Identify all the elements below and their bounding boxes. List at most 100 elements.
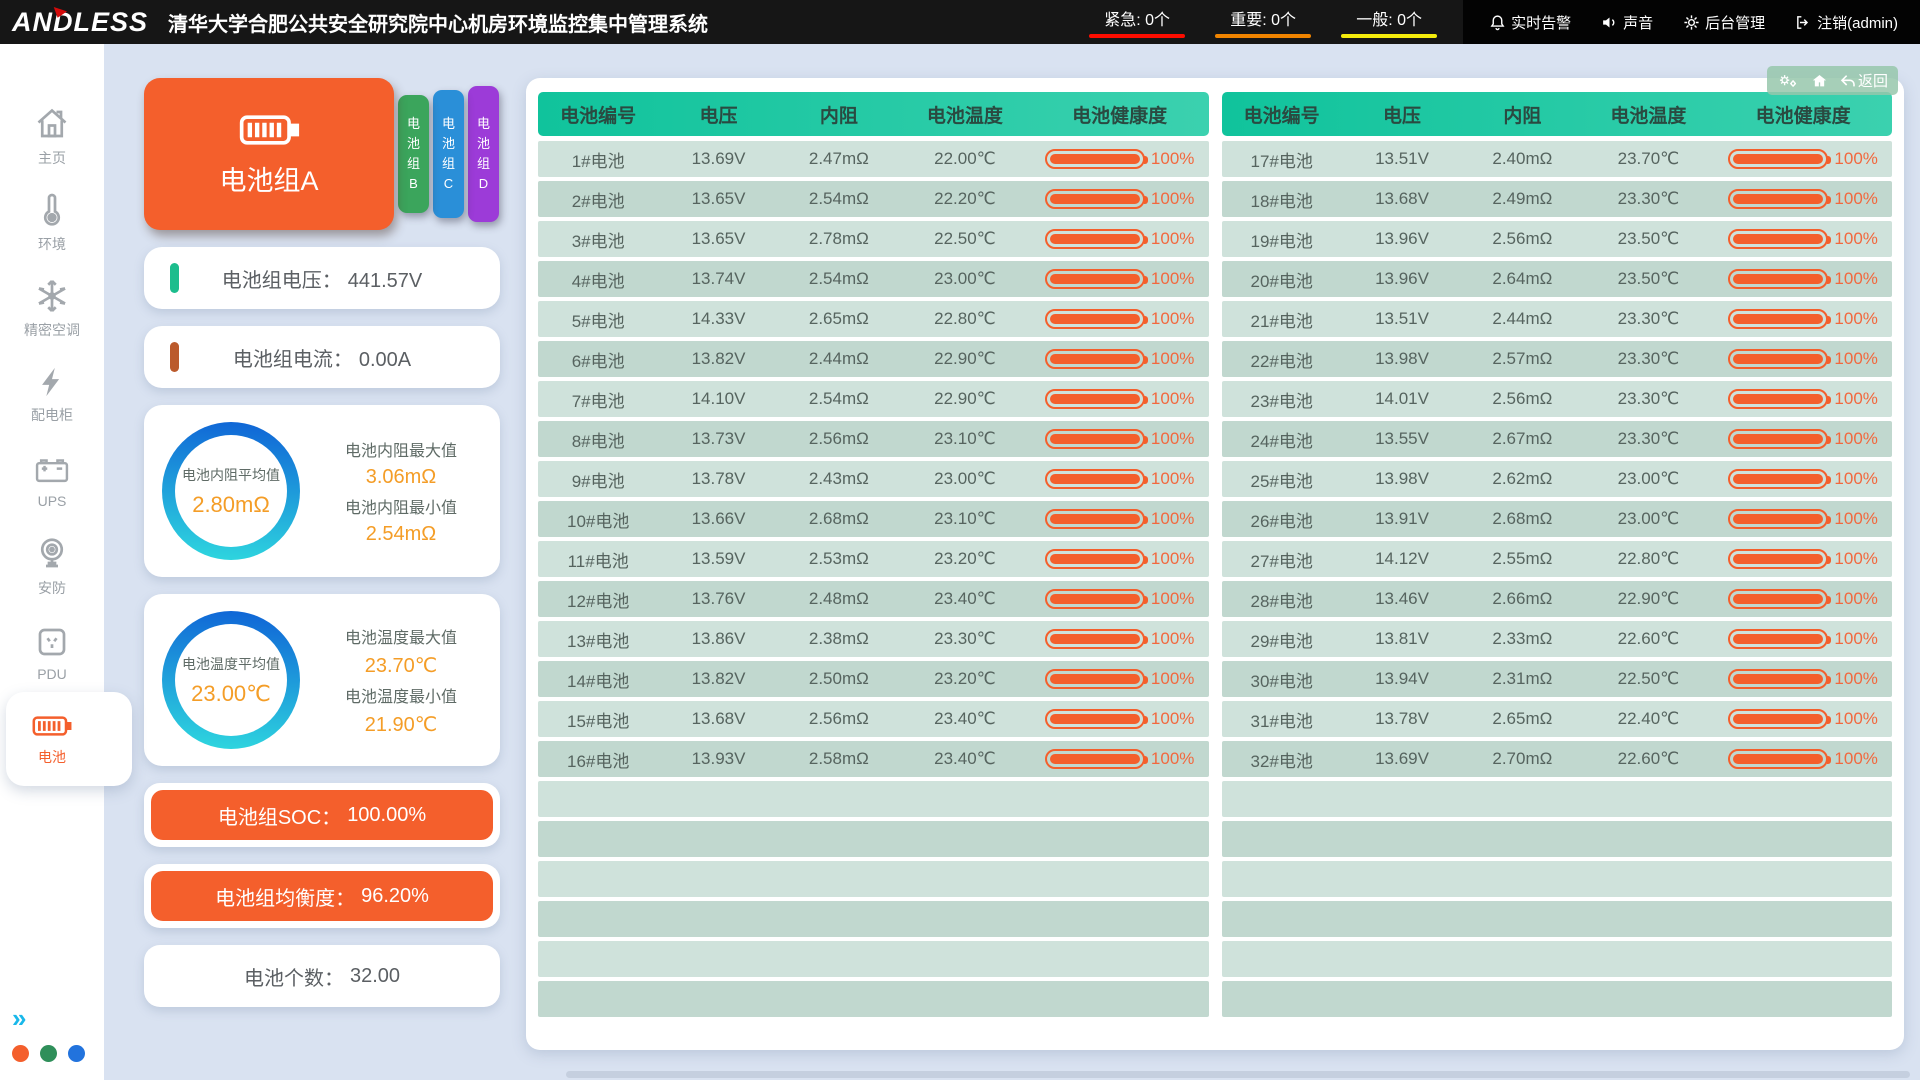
battery-voltage: 14.10V: [658, 389, 778, 409]
group-current-card: 电池组电流：0.00A: [144, 326, 500, 388]
battery-group-c-tab[interactable]: 电池组C: [433, 90, 464, 218]
table-body-left: 1#电池13.69V2.47mΩ22.00℃100%2#电池13.65V2.54…: [538, 141, 1209, 1021]
battery-resistance: 2.49mΩ: [1462, 189, 1582, 209]
soc-value: 100.00%: [347, 804, 426, 827]
battery-id: 31#电池: [1222, 707, 1342, 732]
battery-temperature: 23.20℃: [899, 669, 1031, 689]
balance-button[interactable]: 电池组均衡度：96.20%: [151, 871, 493, 921]
battery-id: 23#电池: [1222, 387, 1342, 412]
battery-table-row: 16#电池13.93V2.58mΩ23.40℃100%: [538, 741, 1209, 777]
thermometer-icon: [34, 192, 70, 228]
battery-table-row: 17#电池13.51V2.40mΩ23.70℃100%: [1222, 141, 1893, 177]
health-gauge-icon: [1728, 509, 1828, 529]
sidebar-item-home[interactable]: 主页: [0, 94, 104, 180]
health-gauge-icon: [1045, 469, 1145, 489]
health-percent: 100%: [1834, 749, 1877, 769]
battery-table-row-empty: [538, 821, 1209, 857]
battery-health-cell: 100%: [1714, 549, 1892, 569]
sidebar-item-security[interactable]: 安防: [0, 524, 104, 610]
health-percent: 100%: [1151, 429, 1194, 449]
battery-table-row: 20#电池13.96V2.64mΩ23.50℃100%: [1222, 261, 1893, 297]
battery-table-row: 12#电池13.76V2.48mΩ23.40℃100%: [538, 581, 1209, 617]
resistance-ring-gauge: 电池内阻平均值 2.80mΩ: [162, 422, 300, 560]
battery-id: 5#电池: [538, 307, 658, 332]
gears-icon[interactable]: [1777, 73, 1799, 89]
health-gauge-icon: [1728, 549, 1828, 569]
admin-button[interactable]: 后台管理: [1683, 12, 1765, 33]
soc-button[interactable]: 电池组SOC：100.00%: [151, 790, 493, 840]
logout-icon: [1795, 14, 1812, 31]
battery-voltage: 13.68V: [1342, 189, 1462, 209]
battery-temperature: 23.50℃: [1583, 229, 1715, 249]
battery-table-row: 25#电池13.98V2.62mΩ23.00℃100%: [1222, 461, 1893, 497]
battery-health-cell: 100%: [1031, 669, 1209, 689]
battery-temperature: 23.30℃: [899, 629, 1031, 649]
alert-urgent[interactable]: 紧急: 0个: [1089, 6, 1185, 38]
battery-health-cell: 100%: [1714, 469, 1892, 489]
sidebar-item-label: 精密空调: [24, 320, 80, 340]
group-voltage-text: 电池组电压：441.57V: [160, 264, 484, 293]
sidebar: 主页 环境 精密空调 配电柜 UPS 安防 PDU 电池: [0, 44, 104, 1080]
sidebar-item-ups[interactable]: UPS: [0, 438, 104, 524]
battery-voltage: 13.81V: [1342, 629, 1462, 649]
battery-group-d-tab[interactable]: 电池组D: [468, 86, 499, 222]
alert-important[interactable]: 重要: 0个: [1215, 6, 1311, 38]
health-gauge-icon: [1728, 429, 1828, 449]
battery-group-b-tab[interactable]: 电池组B: [398, 95, 429, 213]
battery-health-cell: 100%: [1714, 269, 1892, 289]
battery-voltage: 13.96V: [1342, 229, 1462, 249]
health-percent: 100%: [1151, 189, 1194, 209]
battery-temperature: 23.30℃: [1583, 309, 1715, 329]
power-socket-icon: [34, 624, 70, 660]
sidebar-item-battery[interactable]: 电池: [0, 696, 104, 782]
sidebar-item-power-cabinet[interactable]: 配电柜: [0, 352, 104, 438]
current-marker-icon: [170, 342, 179, 372]
battery-group-a-card[interactable]: 电池组A: [144, 78, 394, 230]
battery-table-row-empty: [538, 941, 1209, 977]
expand-sidebar-chevron[interactable]: »: [12, 1005, 104, 1031]
health-percent: 100%: [1834, 389, 1877, 409]
battery-voltage: 13.82V: [658, 669, 778, 689]
battery-temperature: 23.40℃: [899, 709, 1031, 729]
battery-voltage: 13.59V: [658, 549, 778, 569]
sidebar-footer: »: [0, 1005, 104, 1080]
battery-health-cell: 100%: [1031, 509, 1209, 529]
battery-temperature: 22.80℃: [899, 309, 1031, 329]
battery-voltage: 13.96V: [1342, 269, 1462, 289]
battery-temperature: 23.40℃: [899, 749, 1031, 769]
alert-general-underline: [1341, 34, 1437, 38]
battery-table-row: 24#电池13.55V2.67mΩ23.30℃100%: [1222, 421, 1893, 457]
temperature-min-label: 电池温度最小值: [345, 683, 457, 707]
logout-button[interactable]: 注销(admin): [1795, 12, 1898, 33]
battery-table-row-empty: [538, 781, 1209, 817]
sidebar-item-environment[interactable]: 环境: [0, 180, 104, 266]
battery-voltage: 13.93V: [658, 749, 778, 769]
sound-button[interactable]: 声音: [1601, 12, 1653, 33]
health-percent: 100%: [1834, 149, 1877, 169]
topbar-actions: 实时告警 声音 后台管理 注销(admin): [1463, 0, 1920, 44]
battery-temperature: 22.40℃: [1583, 709, 1715, 729]
sidebar-item-pdu[interactable]: PDU: [0, 610, 104, 696]
sidebar-item-precision-ac[interactable]: 精密空调: [0, 266, 104, 352]
battery-count-value: 32.00: [350, 965, 400, 988]
battery-id: 29#电池: [1222, 627, 1342, 652]
speaker-icon: [1601, 14, 1618, 31]
health-gauge-icon: [1045, 429, 1145, 449]
layout: 主页 环境 精密空调 配电柜 UPS 安防 PDU 电池: [0, 44, 1920, 1080]
back-button[interactable]: 返回: [1840, 70, 1888, 91]
health-gauge-icon: [1045, 669, 1145, 689]
battery-icon: [238, 111, 300, 149]
realtime-alarm-button[interactable]: 实时告警: [1489, 12, 1571, 33]
battery-table-row-empty: [1222, 861, 1893, 897]
battery-group-selector: 电池组A 电池组B 电池组C 电池组D: [144, 78, 500, 230]
battery-table-right: 电池编号 电压 内阻 电池温度 电池健康度 17#电池13.51V2.40mΩ2…: [1222, 92, 1893, 1034]
horizontal-scrollbar[interactable]: [566, 1071, 1910, 1078]
battery-temperature: 23.30℃: [1583, 189, 1715, 209]
home-icon[interactable]: [1811, 73, 1828, 89]
health-percent: 100%: [1834, 549, 1877, 569]
battery-health-cell: 100%: [1714, 189, 1892, 209]
header-temperature: 电池温度: [1583, 101, 1715, 128]
battery-table-row-empty: [538, 981, 1209, 1017]
health-gauge-icon: [1728, 149, 1828, 169]
alert-general[interactable]: 一般: 0个: [1341, 6, 1437, 38]
